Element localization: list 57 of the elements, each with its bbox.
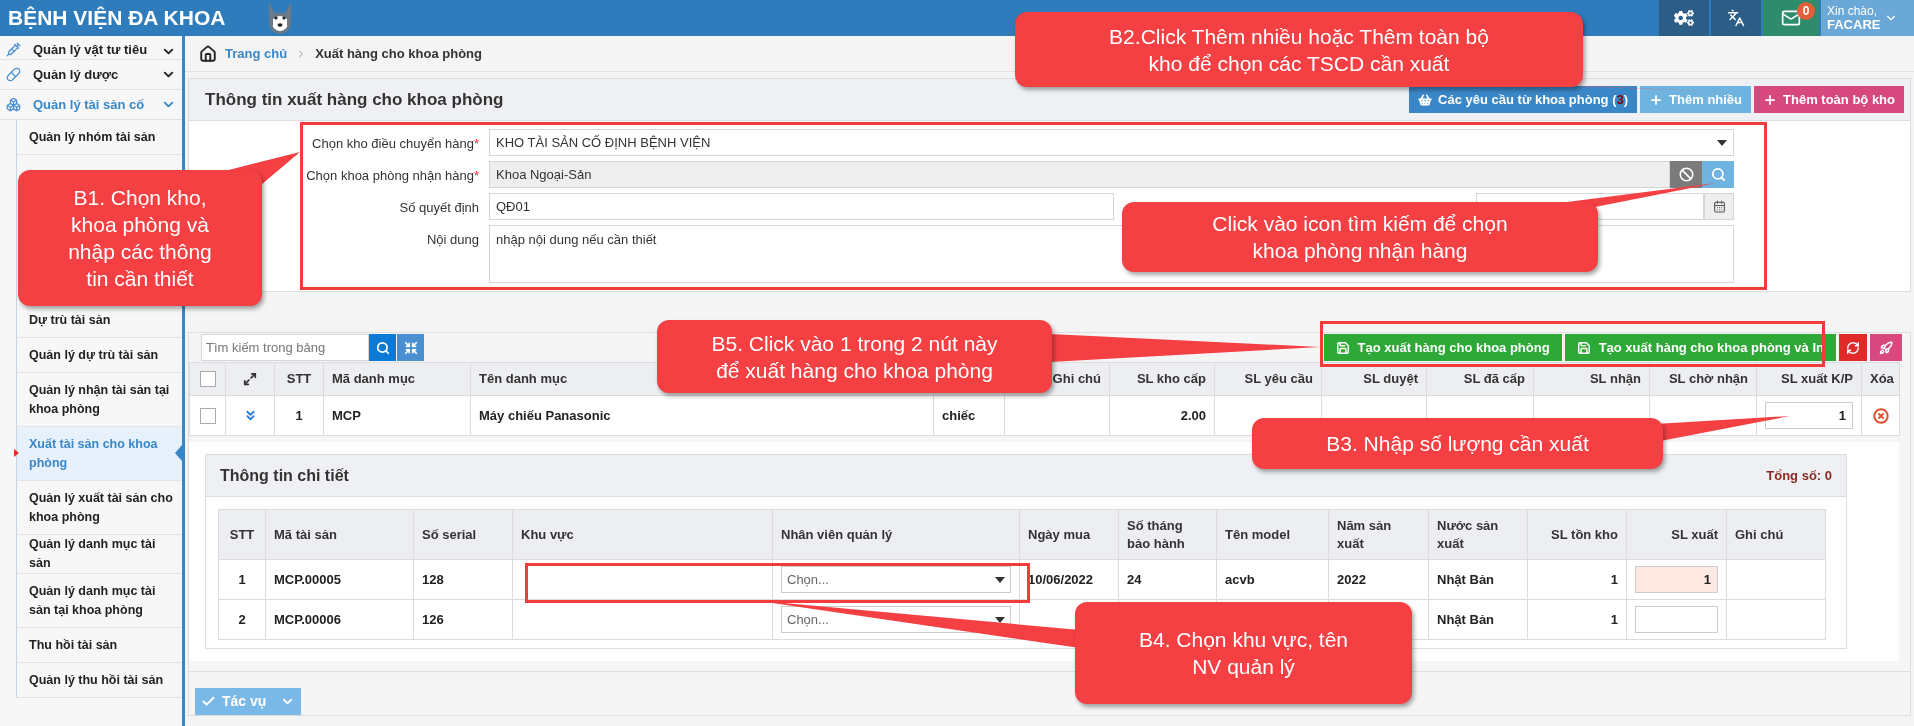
callout: B5. Click vào 1 trong 2 nút này để xuất hàng cho khoa phòng	[657, 320, 1052, 393]
total-count: Tổng số: 0	[1766, 466, 1832, 485]
column-header: SL tồn kho	[1527, 509, 1627, 560]
group-label: Quản lý dược	[33, 65, 119, 84]
table-cell: 128	[413, 559, 513, 600]
column-header: Xóa	[1861, 362, 1900, 396]
table-cell: MCP.00005	[265, 559, 414, 600]
column-header: Mã danh mục	[323, 362, 471, 396]
callout: B1. Chọn kho, khoa phòng và nhập các thông tin cần thiết	[18, 170, 262, 306]
column-header: SL yêu cầu	[1214, 362, 1322, 396]
table-cell: 10/06/2022	[1019, 559, 1119, 600]
callout: B4. Chọn khu vực, tên NV quản lý	[1075, 602, 1412, 704]
group-label: Quản lý vật tư tiêu	[33, 40, 148, 59]
field-label: Chọn kho điều chuyển hàng*	[312, 135, 479, 153]
column-header: STT	[218, 509, 266, 560]
table-cell: MCP.00006	[265, 599, 414, 640]
user-name: FACARE	[1827, 18, 1881, 32]
table-cell: Máy chiếu Panasonic	[470, 395, 934, 436]
panel-title: Thông tin xuất hàng cho khoa phòng	[205, 88, 504, 111]
column-header: Số tháng bảo hành	[1118, 509, 1217, 560]
column-header: Mã tài sản	[265, 509, 414, 560]
table-cell: 2022	[1328, 559, 1429, 600]
column-header: SL xuất K/P	[1756, 362, 1862, 396]
column-header: Khu vực	[512, 509, 773, 560]
table-cell: chiếc	[933, 395, 1005, 436]
column-header: Ngày mua	[1019, 509, 1119, 560]
table-cell: 2.00	[1109, 395, 1215, 436]
column-header: STT	[274, 362, 324, 396]
table-cell: 126	[413, 599, 513, 640]
app-title: BỆNH VIỆN ĐA KHOA	[8, 5, 226, 32]
table-cell: MCP	[323, 395, 471, 436]
section-title: Thông tin chi tiết	[220, 465, 349, 486]
table-cell: 24	[1118, 559, 1217, 600]
column-header: Năm sản xuất	[1328, 509, 1429, 560]
field-label: Chọn khoa phòng nhận hàng*	[306, 167, 479, 185]
greeting: Xin chào,	[1827, 4, 1879, 18]
table-cell: 1	[1527, 559, 1627, 600]
table-cell: 1	[218, 559, 266, 600]
table-cell: 2	[218, 599, 266, 640]
table-cell: Nhật Bản	[1428, 559, 1528, 600]
group-label: Quản lý tài sản cố	[33, 95, 145, 114]
table-cell: acvb	[1216, 559, 1329, 600]
column-header: Ghi chú	[1726, 509, 1826, 560]
callout: B3. Nhập số lượng cần xuất	[1252, 418, 1663, 469]
table-cell: 1	[1527, 599, 1627, 640]
field-label: Số quyết định	[399, 199, 479, 217]
column-header: Nhân viên quản lý	[772, 509, 1020, 560]
table-cell: Nhật Bản	[1428, 599, 1528, 640]
column-header: SL xuất	[1626, 509, 1727, 560]
column-header: Nước sản xuất	[1428, 509, 1528, 560]
breadcrumb-current: Xuất hàng cho khoa phòng	[315, 44, 482, 63]
column-header: Số serial	[413, 509, 513, 560]
table-cell: 1	[274, 395, 324, 436]
column-header: Tên model	[1216, 509, 1329, 560]
message-count: 0	[1797, 2, 1815, 20]
column-header: SL kho cấp	[1109, 362, 1215, 396]
field-label: Nội dung	[426, 231, 479, 249]
